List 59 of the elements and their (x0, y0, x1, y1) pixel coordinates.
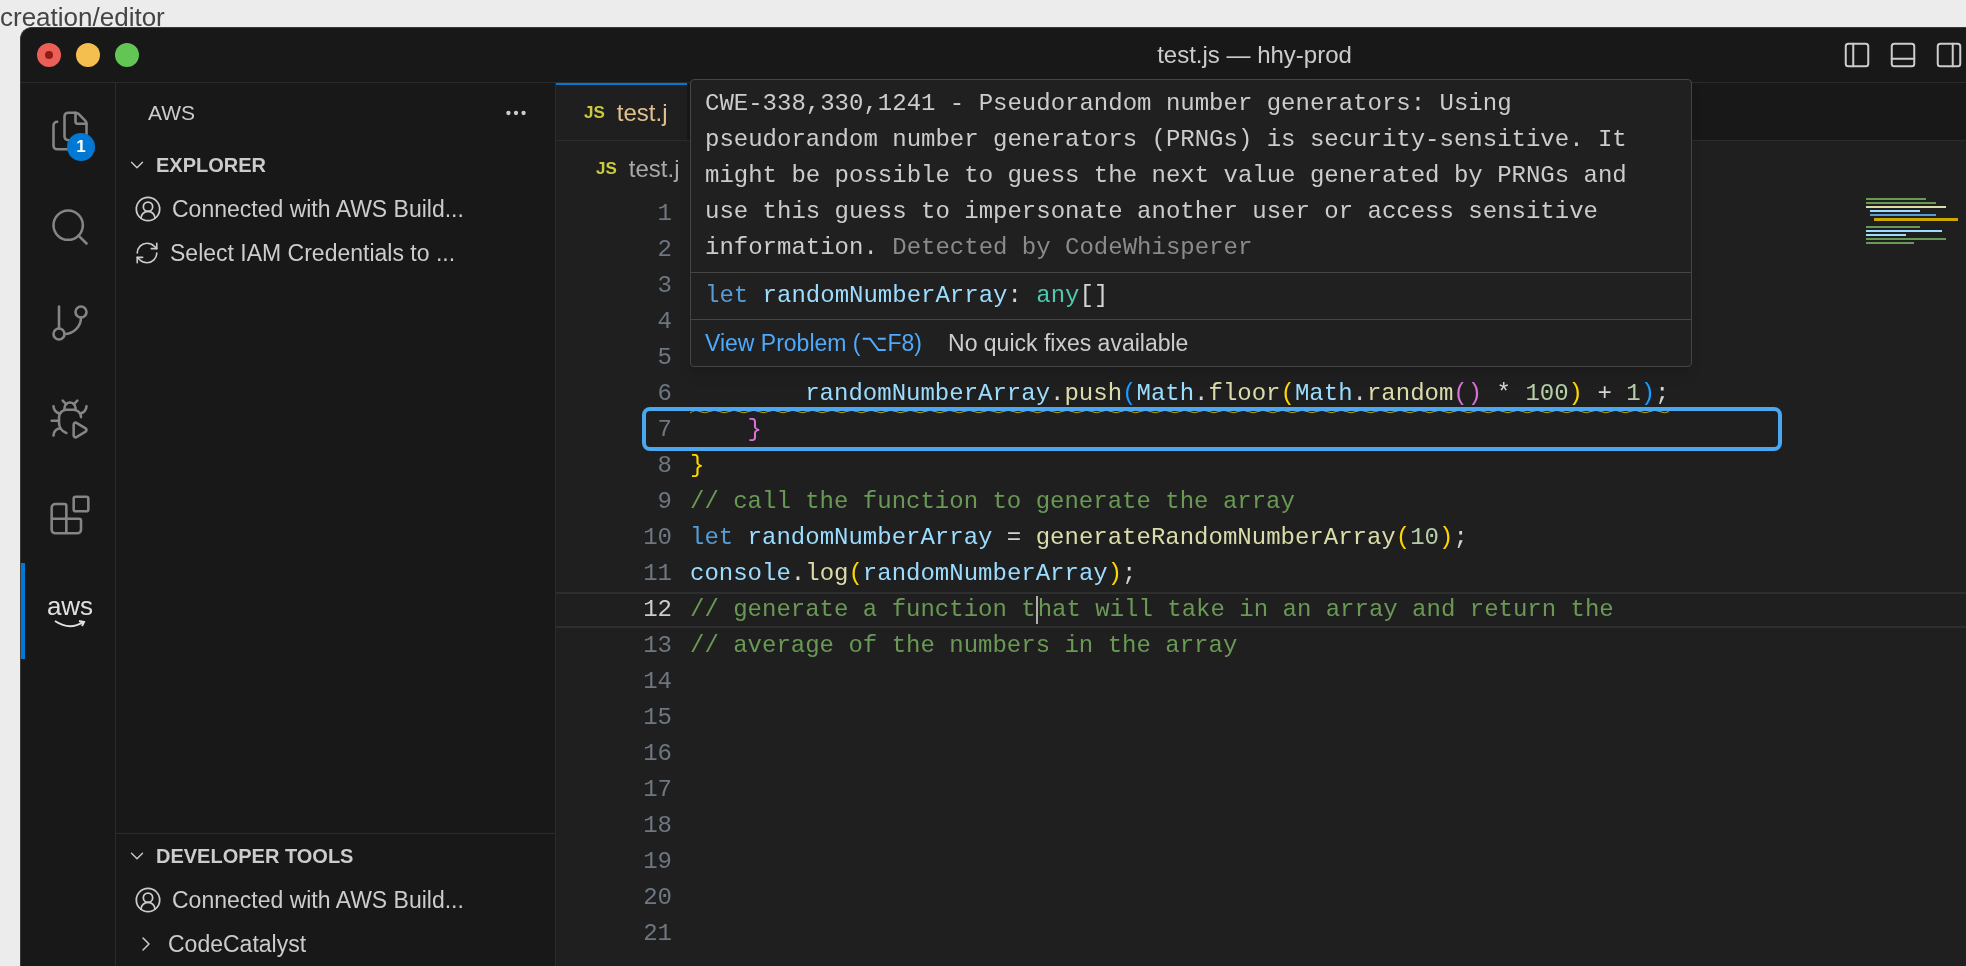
window-zoom-button[interactable] (115, 43, 139, 67)
type-signature: let randomNumberArray: any[] (691, 272, 1691, 319)
text-cursor (1035, 596, 1038, 624)
code-line: } (690, 452, 705, 480)
smile-arrow-icon (53, 619, 87, 629)
line-number: 11 (642, 559, 672, 589)
line-number: 2 (656, 235, 672, 265)
window-close-button[interactable] (37, 43, 61, 67)
code-line: let randomNumberArray = generateRandomNumberArray(10); (690, 524, 1468, 552)
line-number: 4 (656, 307, 672, 337)
line-number: 18 (642, 811, 672, 841)
editor-tab[interactable]: JS test.j (556, 83, 688, 140)
line-number: 20 (642, 883, 672, 913)
line-number: 15 (642, 703, 672, 733)
line-number: 7 (656, 415, 672, 445)
line-number: 5 (656, 343, 672, 373)
code-line: // call the function to generate the array (690, 488, 1295, 516)
notification-badge: 1 (67, 133, 95, 161)
sync-icon (134, 240, 160, 266)
tree-item[interactable]: CodeCatalyst (116, 922, 555, 966)
account-icon (134, 195, 162, 223)
code-line: randomNumberArray.push(Math.floor(Math.random() * 100) + 1); (690, 380, 1670, 408)
tree-item[interactable]: Select IAM Credentials to ... (116, 231, 555, 275)
section-header[interactable]: DEVELOPER TOOLS (116, 834, 555, 878)
view-problem-link[interactable]: View Problem (⌥F8) (705, 325, 923, 361)
toggle-secondary-sidebar-icon[interactable] (1934, 40, 1964, 70)
window-minimize-button[interactable] (76, 43, 100, 67)
code-line: // average of the numbers in the array (690, 632, 1238, 660)
toggle-panel-icon[interactable] (1888, 40, 1918, 70)
line-number: 1 (656, 199, 672, 229)
line-number: 8 (656, 451, 672, 481)
line-number: 13 (642, 631, 672, 661)
line-number: 12 (642, 595, 672, 625)
line-number: 3 (656, 271, 672, 301)
tree-item[interactable]: Connected with AWS Build... (116, 878, 555, 922)
quick-fix-status: No quick fixes available (948, 329, 1189, 358)
line-number: 16 (642, 739, 672, 769)
breadcrumb[interactable]: test.j (628, 150, 680, 187)
window-title: test.js — hhy-prod (1157, 40, 1352, 70)
account-icon (134, 886, 162, 914)
line-number: 10 (642, 523, 672, 553)
problem-message: CWE-338,330,1241 - Pseudorandom number generators: Using pseudorandom number generators (PRNGs) is security-sensitive. It might be possible to guess the next value generated by PRNGs and use this guess to impersonate another user or access sensitive information. Detected by CodeWhisperer (704, 89, 1628, 263)
file-type-icon: JS (596, 155, 617, 182)
browser-url: creation/editor (0, 1, 165, 34)
toggle-sidebar-icon[interactable] (1842, 40, 1872, 70)
line-number: 14 (642, 667, 672, 697)
line-number: 21 (642, 919, 672, 949)
line-number: 17 (642, 775, 672, 805)
tree-item[interactable]: Connected with AWS Build... (116, 187, 555, 231)
blocks-icon (48, 493, 92, 537)
section-header[interactable]: EXPLORER (116, 143, 555, 187)
line-number: 19 (642, 847, 672, 877)
code-line: // generate a function t hat will take in an array and return the (690, 596, 1614, 624)
line-number: 6 (656, 379, 672, 409)
code-line: console.log(randomNumberArray); (690, 560, 1137, 588)
line-number: 9 (656, 487, 672, 517)
code-line: } (746, 416, 762, 444)
activity-bar-item[interactable]: 1 (21, 83, 115, 179)
sidebar-title: AWS (148, 100, 196, 127)
